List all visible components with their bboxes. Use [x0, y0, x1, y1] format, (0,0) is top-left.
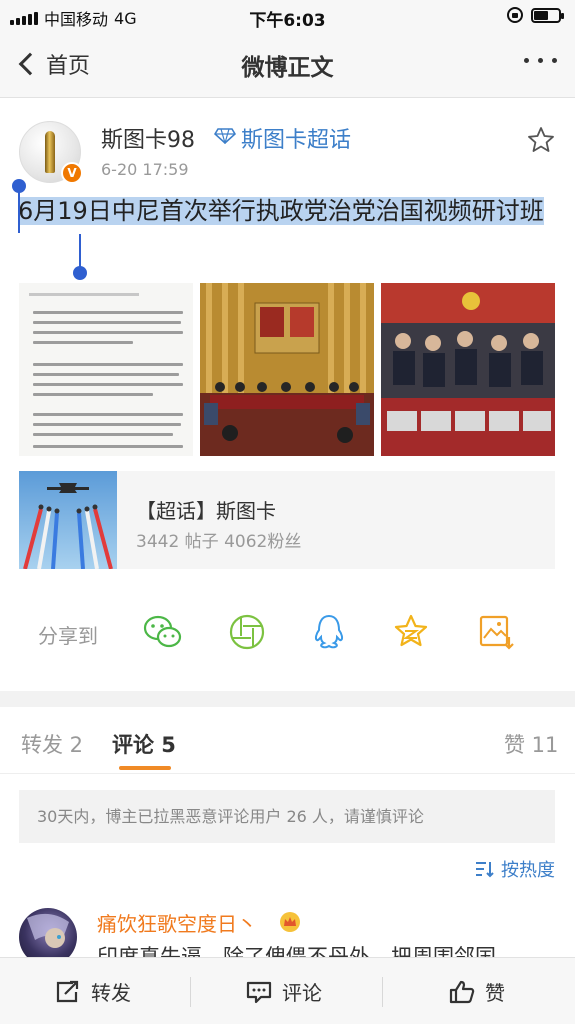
battery-fill — [534, 10, 548, 20]
more-dot-icon — [552, 58, 557, 63]
tab-comment[interactable]: 评论 5 — [112, 729, 176, 759]
diamond-icon — [214, 128, 236, 144]
post-image-3[interactable] — [381, 283, 555, 456]
bottom-action-bar: 转发 评论 赞 — [0, 957, 575, 1024]
status-time: 下午6:03 — [249, 11, 326, 31]
comment-label: 评论 — [282, 981, 322, 1005]
like-button[interactable]: 赞 — [449, 958, 505, 1024]
more-dot-icon — [538, 58, 543, 63]
post-image-1[interactable] — [19, 283, 193, 456]
qzone-icon[interactable] — [391, 612, 431, 652]
super-topic-link[interactable]: 斯图卡超话 — [241, 122, 351, 154]
status-bar: 中国移动 4G 下午6:03 — [0, 0, 575, 34]
moments-icon[interactable] — [227, 612, 267, 652]
repost-button[interactable]: 转发 — [55, 958, 131, 1024]
like-label: 赞 — [485, 981, 505, 1005]
selected-text: 6月19日中尼首次举行执政党治党治国视频研讨班 — [18, 197, 544, 225]
blacklist-notice: 30天内，博主已拉黑恶意评论用户 26 人，请谨慎评论 — [19, 790, 555, 843]
repost-icon — [56, 980, 79, 1002]
post-image-2[interactable] — [200, 283, 374, 456]
sort-icon — [476, 862, 494, 878]
bullet-avatar-image — [45, 131, 55, 173]
commenter-name[interactable]: 痛饮狂歌空度日丶 — [97, 908, 257, 937]
favorite-star-icon[interactable] — [527, 126, 555, 154]
section-divider — [0, 691, 575, 707]
author-avatar[interactable]: V — [19, 121, 83, 184]
super-topic-card[interactable]: 【超话】斯图卡 3442 帖子 4062粉丝 — [19, 471, 555, 569]
qq-icon[interactable] — [309, 612, 349, 652]
author-name[interactable]: 斯图卡98 — [101, 122, 195, 154]
comment-icon — [246, 981, 272, 1003]
tab-repost[interactable]: 转发 2 — [21, 729, 83, 759]
crown-badge-icon — [280, 912, 300, 932]
topic-title: 【超话】斯图卡 — [136, 499, 276, 523]
active-tab-indicator — [119, 766, 171, 770]
wechat-icon[interactable] — [143, 612, 183, 652]
sort-by-hot-button[interactable]: 按热度 — [475, 856, 555, 882]
nav-bar: 首页 微博正文 — [0, 34, 575, 98]
repost-label: 转发 — [91, 981, 131, 1005]
page-title: 微博正文 — [241, 55, 334, 81]
rotation-lock-icon — [507, 7, 523, 23]
topic-stats: 3442 帖子 4062粉丝 — [136, 532, 302, 552]
save-image-icon[interactable] — [476, 612, 516, 652]
more-button[interactable] — [524, 58, 557, 63]
battery-icon — [531, 7, 564, 23]
comment-button[interactable]: 评论 — [246, 958, 322, 1024]
tab-divider — [0, 773, 575, 774]
thumbs-up-icon — [449, 980, 475, 1003]
topic-thumbnail-image — [19, 471, 117, 569]
post-timestamp: 6-20 17:59 — [101, 160, 189, 179]
post-text[interactable]: 6月19日中尼首次举行执政党治党治国视频研讨班 — [18, 194, 558, 228]
more-dot-icon — [524, 58, 529, 63]
selection-start-handle[interactable] — [12, 179, 26, 233]
tab-like[interactable]: 赞 11 — [504, 729, 558, 759]
verified-badge-icon: V — [61, 162, 83, 184]
share-label: 分享到 — [38, 624, 98, 648]
sort-label: 按热度 — [501, 860, 555, 881]
status-right — [507, 7, 564, 23]
